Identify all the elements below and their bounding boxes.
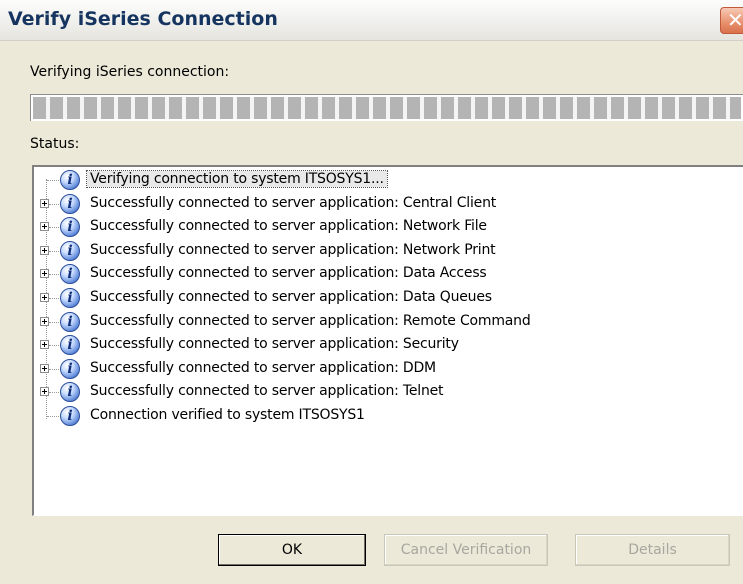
progress-label: Verifying iSeries connection: (30, 64, 230, 80)
close-button[interactable]: ✕ (720, 7, 743, 34)
expand-plus-icon[interactable] (40, 293, 49, 302)
window-title: Verify iSeries Connection (8, 8, 278, 30)
status-tree-item-text: Successfully connected to server applica… (90, 194, 497, 211)
details-button[interactable]: Details (575, 534, 730, 566)
verify-connection-dialog: Verify iSeries Connection ✕ Verifying iS… (0, 0, 743, 584)
info-icon: i (60, 311, 80, 332)
status-label: Status: (30, 136, 80, 152)
status-tree-item[interactable]: i Successfully connected to server applic… (34, 358, 734, 381)
status-tree-item[interactable]: i Successfully connected to server applic… (34, 216, 734, 239)
expand-plus-icon[interactable] (40, 222, 49, 232)
expand-plus-icon[interactable] (40, 269, 49, 279)
ok-button[interactable]: OK (218, 534, 366, 566)
status-tree-item-text: Connection verified to system ITSOSYS1 (90, 407, 365, 423)
status-tree-item[interactable]: i Successfully connected to server applic… (34, 240, 734, 263)
status-tree-item[interactable]: i Successfully connected to server applic… (34, 381, 734, 404)
info-icon: i (60, 170, 80, 190)
progress-fill (33, 97, 741, 119)
expand-plus-icon[interactable] (40, 363, 49, 373)
expand-plus-icon[interactable] (40, 198, 49, 208)
status-tree-item-text: Successfully connected to server applica… (90, 359, 436, 376)
info-icon: i (60, 217, 80, 238)
status-tree-item-text: Verifying connection to system ITSOSYS1.… (86, 170, 388, 188)
status-tree-item[interactable]: i Successfully connected to server applic… (34, 193, 734, 216)
status-tree-item-text: Successfully connected to server applica… (90, 312, 531, 329)
title-bar[interactable]: Verify iSeries Connection ✕ (0, 0, 743, 41)
cancel-verification-button[interactable]: Cancel Verification (384, 534, 548, 566)
info-icon: i (60, 406, 80, 426)
info-icon: i (60, 382, 80, 403)
expand-plus-icon[interactable] (40, 245, 49, 255)
info-icon: i (60, 240, 80, 261)
expand-plus-icon[interactable] (40, 316, 49, 326)
expand-plus-icon[interactable] (40, 387, 49, 397)
status-tree-item[interactable]: i Successfully connected to server applic… (34, 334, 734, 357)
info-icon: i (60, 335, 80, 356)
info-icon: i (60, 264, 80, 285)
status-tree-item[interactable]: i Successfully connected to server applic… (34, 263, 734, 286)
status-tree-item-text: Successfully connected to server applica… (90, 383, 444, 400)
status-tree-item-text: Successfully connected to server applica… (90, 336, 459, 353)
status-tree-item-text: Successfully connected to server applica… (90, 289, 492, 305)
info-icon: i (60, 288, 80, 308)
status-tree-item-text: Successfully connected to server applica… (90, 241, 496, 258)
tree-connector-line (47, 416, 61, 417)
expand-plus-icon[interactable] (40, 340, 49, 350)
close-icon: ✕ (727, 8, 743, 32)
status-tree-item[interactable]: i Successfully connected to server applic… (34, 287, 734, 310)
info-icon: i (60, 193, 80, 214)
status-tree-item[interactable]: i Successfully connected to server applic… (34, 311, 734, 334)
progress-bar (30, 94, 743, 121)
status-tree-item[interactable]: i Connection verified to system ITSOSYS1 (34, 405, 734, 428)
tree-connector-line (47, 180, 61, 181)
info-icon: i (60, 358, 80, 379)
status-tree-item-text: Successfully connected to server applica… (90, 218, 487, 235)
status-tree-item[interactable]: i Verifying connection to system ITSOSYS1… (34, 169, 734, 192)
status-tree[interactable]: i Verifying connection to system ITSOSYS1… (32, 165, 743, 516)
status-tree-item-text: Successfully connected to server applica… (90, 265, 487, 282)
